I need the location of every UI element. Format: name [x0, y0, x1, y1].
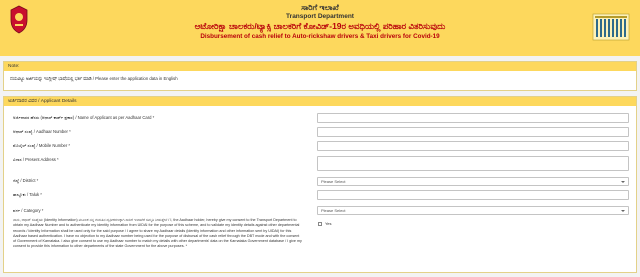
- district-label: ಜಿಲ್ಲೆ / District *: [13, 178, 39, 183]
- taluk-input[interactable]: [317, 190, 629, 200]
- consent-checkbox-label: Yes: [325, 221, 332, 226]
- aadhaar-number-label: ಆಧಾರ್ ಸಂಖ್ಯೆ / Aadhaar Number *: [13, 129, 71, 134]
- page-title-english: Disbursement of cash relief to Auto-rick…: [200, 33, 440, 40]
- category-select-value: Please Select: [321, 208, 346, 213]
- present-address-label: ವಿಳಾಸ / Present Address *: [13, 157, 59, 162]
- department-name-kannada: ಸಾರಿಗೆ ಇಲಾಖೆ: [301, 3, 339, 12]
- consent-checkbox[interactable]: [318, 222, 322, 226]
- mobile-number-label: ಮೊಬೈಲ್ ಸಂಖ್ಯೆ / Mobile Number *: [13, 143, 71, 148]
- department-name-english: Transport Department: [286, 13, 354, 20]
- karnataka-emblem-icon: [10, 5, 28, 34]
- applicant-details-heading: ಅರ್ಜಿದಾರರ ವಿವರ / Applicant Details: [4, 97, 636, 106]
- note-heading: Note:: [4, 62, 636, 71]
- chevron-down-icon: [621, 181, 625, 183]
- transport-logo-icon: [592, 13, 630, 41]
- page-header: ಸಾರಿಗೆ ಇಲಾಖೆ Transport Department ಆಟೋರಿಕ…: [0, 0, 640, 56]
- taluk-label: ತಾಲ್ಲೂಕು / Taluk *: [13, 192, 42, 197]
- category-label: ವರ್ಗ / Category *: [13, 208, 44, 213]
- chevron-down-icon: [621, 210, 625, 212]
- page-title-kannada: ಆಟೋರಿಕ್ಷಾ ಚಾಲಕರು/ಟ್ಯಾಕ್ಸಿ ಚಾಲಕರಿಗೆ ಕೋವಿಡ…: [194, 21, 446, 31]
- note-text: ದಯವಿಟ್ಟು ಅರ್ಜಿಯನ್ನು ಇಂಗ್ಲೀಷ್ ಭಾಷೆಯಲ್ಲಿ ಭ…: [10, 76, 178, 81]
- aadhaar-number-input[interactable]: [317, 127, 629, 137]
- aadhaar-consent-declaration: ನಾನು, ಆಧಾರ್ ಸಂಖ್ಯೆಯ (Identity Informatio…: [13, 218, 302, 249]
- district-select-value: Please Select: [321, 179, 346, 184]
- category-select[interactable]: Please Select: [317, 206, 629, 215]
- applicant-name-input[interactable]: [317, 113, 629, 123]
- present-address-textarea[interactable]: [317, 156, 629, 171]
- applicant-name-label: ಅರ್ಜಿದಾರರ ಹೆಸರು (ಆಧಾರ್ ಕಾರ್ಡ್ ಪ್ರಕಾರ) / …: [13, 115, 155, 120]
- mobile-number-input[interactable]: [317, 141, 629, 151]
- district-select[interactable]: Please Select: [317, 177, 629, 186]
- note-panel: Note: ದಯವಿಟ್ಟು ಅರ್ಜಿಯನ್ನು ಇಂಗ್ಲೀಷ್ ಭಾಷೆಯ…: [3, 61, 637, 91]
